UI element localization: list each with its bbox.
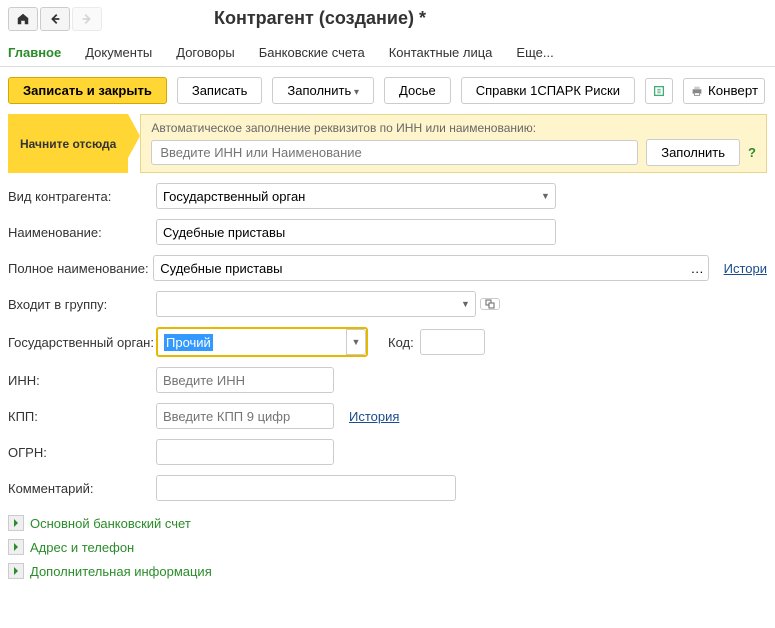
label-type: Вид контрагента: <box>8 189 156 204</box>
group-input[interactable] <box>156 291 456 317</box>
label-group: Входит в группу: <box>8 297 156 312</box>
label-comment: Комментарий: <box>8 481 156 496</box>
comment-input[interactable] <box>156 475 456 501</box>
gov-dropdown-button[interactable]: ▼ <box>346 329 366 355</box>
chevron-right-icon <box>12 567 20 575</box>
label-fullname: Полное наименование: <box>8 261 153 276</box>
tab-bank[interactable]: Банковские счета <box>259 45 365 60</box>
gov-input[interactable]: Прочий <box>158 329 346 355</box>
tab-contracts[interactable]: Договоры <box>176 45 234 60</box>
type-dropdown-button[interactable]: ▼ <box>536 183 556 209</box>
expand-addinfo-button[interactable] <box>8 563 24 579</box>
dossier-button[interactable]: Досье <box>384 77 451 104</box>
tab-contacts[interactable]: Контактные лица <box>389 45 493 60</box>
ogrn-input[interactable] <box>156 439 334 465</box>
kpp-input[interactable] <box>156 403 334 429</box>
gov-value: Прочий <box>164 334 213 351</box>
attach-button[interactable] <box>645 78 673 104</box>
hint-input[interactable] <box>151 140 638 165</box>
forward-button[interactable] <box>72 7 102 31</box>
fullname-history-link[interactable]: Истори <box>724 261 767 276</box>
section-addinfo[interactable]: Дополнительная информация <box>30 564 212 579</box>
toolbar: Записать и закрыть Записать Заполнить До… <box>0 67 775 114</box>
hint-text: Автоматическое заполнение реквизитов по … <box>151 121 756 135</box>
save-button[interactable]: Записать <box>177 77 263 104</box>
fill-button[interactable]: Заполнить <box>272 77 374 104</box>
name-input[interactable] <box>156 219 556 245</box>
tab-documents[interactable]: Документы <box>85 45 152 60</box>
save-close-button[interactable]: Записать и закрыть <box>8 77 167 104</box>
fullname-ellipsis-button[interactable]: … <box>687 255 709 281</box>
convert-label: Конверт <box>708 83 758 98</box>
label-gov: Государственный орган: <box>8 335 156 350</box>
open-icon <box>485 299 495 309</box>
label-ogrn: ОГРН: <box>8 445 156 460</box>
printer-icon <box>690 84 704 98</box>
section-bank[interactable]: Основной банковский счет <box>30 516 191 531</box>
tab-main[interactable]: Главное <box>8 45 61 60</box>
tab-more[interactable]: Еще... <box>516 45 553 60</box>
home-icon <box>16 12 30 26</box>
label-inn: ИНН: <box>8 373 156 388</box>
expand-address-button[interactable] <box>8 539 24 555</box>
help-icon[interactable]: ? <box>748 145 756 160</box>
spark-button[interactable]: Справки 1СПАРК Риски <box>461 77 635 104</box>
arrow-left-icon <box>48 12 62 26</box>
attachment-icon <box>652 84 666 98</box>
group-open-button[interactable] <box>480 298 500 310</box>
kpp-history-link[interactable]: История <box>349 409 399 424</box>
chevron-right-icon <box>12 543 20 551</box>
arrow-right-icon <box>80 12 94 26</box>
home-button[interactable] <box>8 7 38 31</box>
label-name: Наименование: <box>8 225 156 240</box>
fullname-input[interactable] <box>153 255 686 281</box>
expand-bank-button[interactable] <box>8 515 24 531</box>
type-input[interactable] <box>156 183 536 209</box>
section-address[interactable]: Адрес и телефон <box>30 540 134 555</box>
label-code: Код: <box>388 335 414 350</box>
group-dropdown-button[interactable]: ▼ <box>456 291 476 317</box>
print-button[interactable]: Конверт <box>683 78 765 104</box>
tabs: Главное Документы Договоры Банковские сч… <box>0 37 775 67</box>
page-title: Контрагент (создание) * <box>214 4 426 33</box>
back-button[interactable] <box>40 7 70 31</box>
chevron-right-icon <box>12 519 20 527</box>
hint-box: Начните отсюда Автоматическое заполнение… <box>8 114 767 173</box>
hint-fill-button[interactable]: Заполнить <box>646 139 740 166</box>
inn-input[interactable] <box>156 367 334 393</box>
hint-arrow: Начните отсюда <box>8 114 128 173</box>
code-input[interactable] <box>420 329 485 355</box>
label-kpp: КПП: <box>8 409 156 424</box>
